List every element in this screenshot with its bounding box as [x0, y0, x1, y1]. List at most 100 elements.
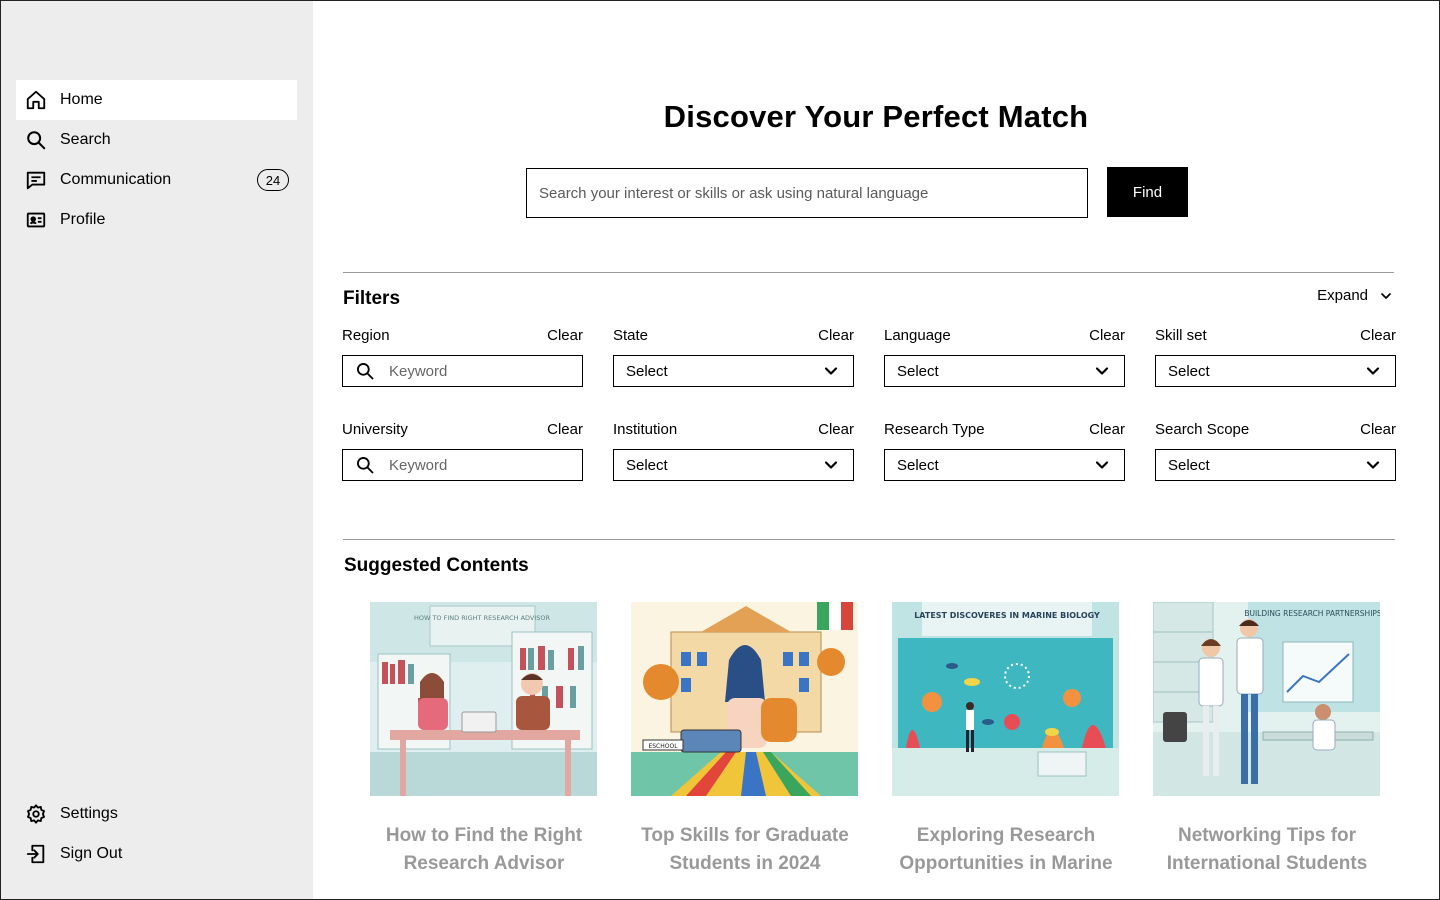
sidebar-item-profile[interactable]: Profile [16, 200, 297, 240]
filter-label: Research Type [884, 420, 985, 438]
chevron-down-icon [824, 367, 838, 375]
keyword-placeholder: Keyword [389, 362, 448, 380]
card-image-text: LATEST DISCOVERES IN MARINE BIOLOGY [914, 611, 1100, 620]
sidebar-item-communication[interactable]: Communication 24 [16, 160, 297, 200]
chat-icon [25, 169, 47, 191]
app-window: Home Search Communication 24 Profile Set… [0, 0, 1440, 900]
chevron-down-icon [1381, 292, 1391, 299]
search-bar: Find [526, 167, 1188, 218]
search-icon [25, 129, 47, 151]
select-value: Select [1168, 362, 1210, 380]
filter-label: Institution [613, 420, 678, 438]
content-card[interactable]: BUILDING RESEARCH PARTNERSHIPS Networkin… [1153, 602, 1380, 878]
card-illustration: HOW TO FIND RIGHT RESEARCH ADVISOR [370, 602, 597, 796]
filter-label: Region [342, 326, 390, 344]
card-illustration: BUILDING RESEARCH PARTNERSHIPS [1153, 602, 1380, 796]
search-scope-select[interactable]: Select [1155, 449, 1396, 481]
select-value: Select [626, 456, 668, 474]
select-value: Select [897, 456, 939, 474]
research-type-select[interactable]: Select [884, 449, 1125, 481]
search-input[interactable] [539, 184, 1075, 202]
filter-label: University [342, 420, 408, 438]
home-icon [25, 89, 47, 111]
filters-heading: Filters [343, 288, 401, 309]
expand-label: Expand [1317, 287, 1368, 304]
sidebar-item-label: Sign Out [60, 845, 123, 862]
card-illustration: ESCHOOL [631, 602, 858, 796]
card-image-text: HOW TO FIND RIGHT RESEARCH ADVISOR [414, 614, 551, 622]
search-input-wrapper [526, 168, 1088, 218]
select-value: Select [897, 362, 939, 380]
skill-set-select[interactable]: Select [1155, 355, 1396, 387]
sidebar-item-label: Settings [60, 805, 118, 822]
filter-research-type: Research Type Clear Select [884, 419, 1125, 481]
sidebar-item-home[interactable]: Home [16, 80, 297, 120]
filter-grid: Region Clear Keyword State Clear Select [342, 325, 1396, 481]
find-button[interactable]: Find [1107, 167, 1188, 217]
sidebar-nav: Home Search Communication 24 Profile [16, 80, 297, 240]
university-keyword-input[interactable]: Keyword [342, 449, 583, 481]
sidebar-item-label: Home [60, 91, 103, 108]
chevron-down-icon [824, 461, 838, 469]
card-title: Exploring Research Opportunities in Mari… [899, 825, 1113, 874]
clear-button[interactable]: Clear [818, 421, 854, 438]
chevron-down-icon [1366, 461, 1380, 469]
filter-language: Language Clear Select [884, 325, 1125, 387]
card-illustration: LATEST DISCOVERES IN MARINE BIOLOGY [892, 602, 1119, 796]
clear-button[interactable]: Clear [1360, 327, 1396, 344]
card-image-text: BUILDING RESEARCH PARTNERSHIPS [1244, 609, 1380, 618]
sidebar-item-label: Search [60, 131, 111, 148]
clear-button[interactable]: Clear [1089, 421, 1125, 438]
id-card-icon [25, 209, 47, 231]
chevron-down-icon [1095, 367, 1109, 375]
select-value: Select [1168, 456, 1210, 474]
filter-search-scope: Search Scope Clear Select [1155, 419, 1396, 481]
content-card[interactable]: ESCHOOL Top Skills for Graduate Students… [631, 602, 858, 878]
card-title: Networking Tips for International Studen… [1166, 825, 1368, 874]
state-select[interactable]: Select [613, 355, 854, 387]
sidebar-item-settings[interactable]: Settings [16, 794, 297, 834]
content-card[interactable]: HOW TO FIND RIGHT RESEARCH ADVISOR How t… [370, 602, 597, 878]
clear-button[interactable]: Clear [1089, 327, 1125, 344]
sidebar-item-label: Profile [60, 211, 106, 228]
card-title: How to Find the Right Research Advisor [385, 825, 583, 874]
card-image-text: ESCHOOL [648, 743, 678, 750]
sidebar: Home Search Communication 24 Profile Set… [1, 1, 313, 899]
filter-state: State Clear Select [613, 325, 854, 387]
search-icon [357, 363, 374, 380]
chevron-down-icon [1366, 367, 1380, 375]
filter-label: Language [884, 326, 951, 344]
sidebar-item-search[interactable]: Search [16, 120, 297, 160]
suggested-contents-heading: Suggested Contents [344, 555, 529, 576]
filter-region: Region Clear Keyword [342, 325, 583, 387]
clear-button[interactable]: Clear [1360, 421, 1396, 438]
divider [343, 272, 1394, 273]
clear-button[interactable]: Clear [818, 327, 854, 344]
gear-icon [25, 803, 47, 825]
search-icon [357, 457, 374, 474]
clear-button[interactable]: Clear [547, 327, 583, 344]
sign-out-icon [25, 843, 47, 865]
filter-label: Search Scope [1155, 420, 1250, 438]
filter-label: State [613, 326, 649, 344]
select-value: Select [626, 362, 668, 380]
filter-label: Skill set [1155, 326, 1207, 344]
keyword-placeholder: Keyword [389, 456, 448, 474]
region-keyword-input[interactable]: Keyword [342, 355, 583, 387]
language-select[interactable]: Select [884, 355, 1125, 387]
sidebar-bottom-nav: Settings Sign Out [16, 794, 297, 874]
sidebar-item-label: Communication [60, 171, 172, 188]
clear-button[interactable]: Clear [547, 421, 583, 438]
filter-institution: Institution Clear Select [613, 419, 854, 481]
sidebar-item-sign-out[interactable]: Sign Out [16, 834, 297, 874]
divider [343, 539, 1395, 540]
content-card[interactable]: LATEST DISCOVERES IN MARINE BIOLOGY Expl… [892, 602, 1119, 878]
filter-university: University Clear Keyword [342, 419, 583, 481]
unread-count-badge: 24 [257, 169, 289, 191]
expand-filters-button[interactable]: Expand [1317, 287, 1394, 304]
card-title: Top Skills for Graduate Students in 2024 [641, 825, 849, 874]
suggested-cards: HOW TO FIND RIGHT RESEARCH ADVISOR How t… [370, 602, 1380, 878]
main-content: Discover Your Perfect Match Find Filters… [313, 1, 1439, 899]
chevron-down-icon [1095, 461, 1109, 469]
institution-select[interactable]: Select [613, 449, 854, 481]
